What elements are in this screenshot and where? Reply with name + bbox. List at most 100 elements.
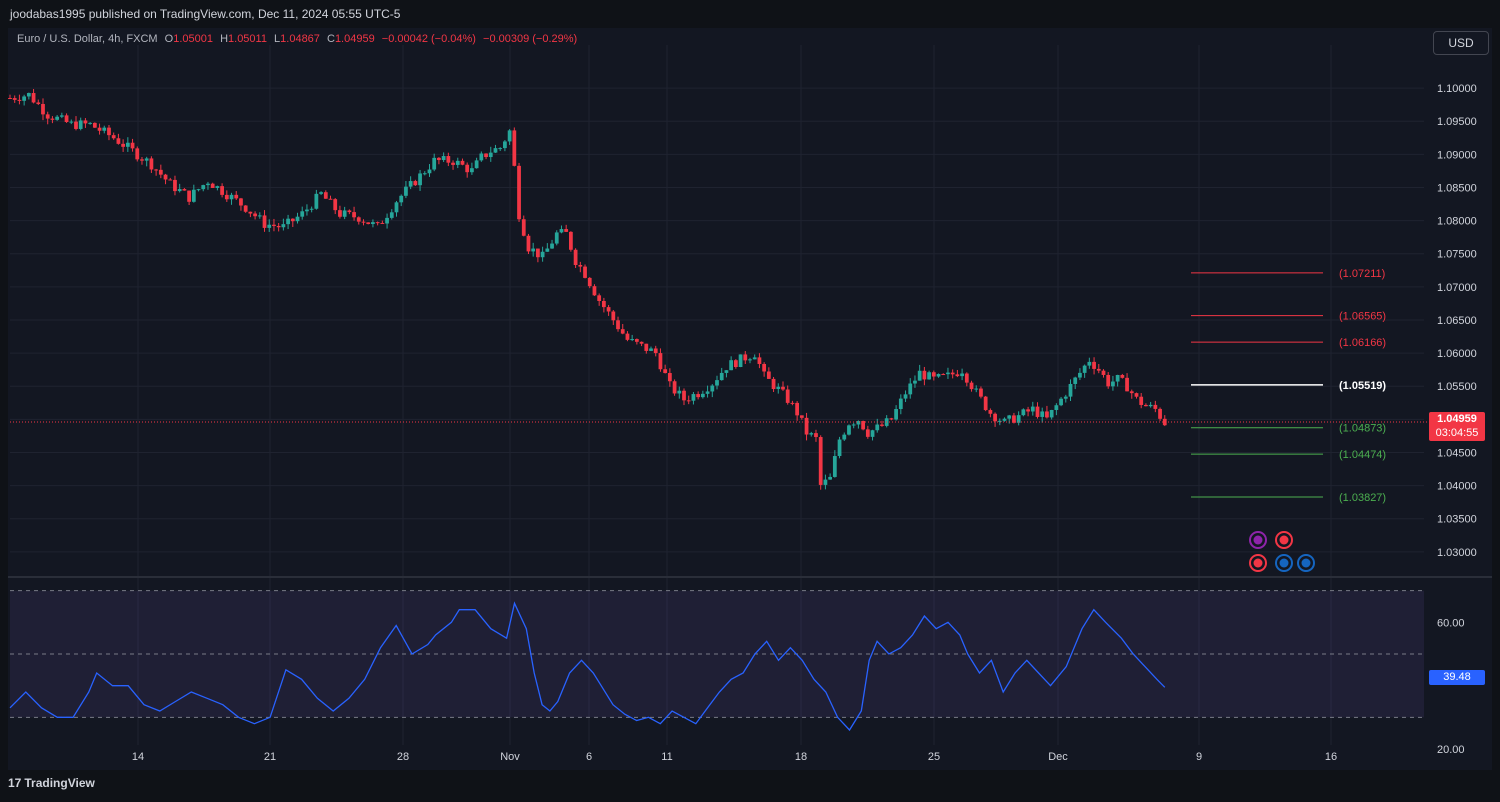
candle-body [74,121,78,129]
level-label-support: (1.04873) [1339,423,1386,435]
candle-body [700,393,705,398]
candle-body [997,420,1002,422]
candle-body [78,120,83,129]
candle-body [908,383,913,395]
candle-body [352,212,356,218]
candle-body [220,186,224,195]
candle-body [191,189,196,202]
candle-body [26,93,31,97]
candle-body [163,174,168,180]
candle-body [606,307,611,312]
candle-body [465,164,470,173]
candle-body [173,179,177,192]
candle-body [512,130,517,166]
candle-body [187,190,191,202]
candle-body [215,186,220,188]
candle-body [517,165,521,220]
candle-body [375,222,380,224]
candle-body [526,235,531,252]
candle-body [927,372,931,380]
currency-button[interactable]: USD [1433,31,1489,55]
candle-body [536,248,540,258]
candle-body [248,211,253,214]
candle-body [144,158,149,161]
candle-body [931,372,936,377]
price-tick-label: 1.05500 [1437,381,1477,393]
candle-body [484,153,488,158]
price-tick-label: 1.04500 [1437,447,1477,459]
candle-body [913,380,917,384]
level-label-pivot: (1.05519) [1339,380,1386,392]
candle-body [1106,374,1111,387]
candle-body [616,320,620,330]
candle-body [724,370,729,373]
symbol-legend[interactable]: Euro / U.S. Dollar, 4h, FXCM O1.05001 H1… [17,33,577,45]
price-tick-label: 1.10000 [1437,83,1477,95]
footer-brand[interactable]: 17 TradingView [8,776,95,790]
candle-body [1045,411,1049,418]
candle-body [130,142,135,149]
candle-body [361,221,366,223]
candle-body [253,213,257,217]
candle-body [620,329,625,334]
candle-body [290,218,295,222]
candle-body [569,231,573,250]
chart-canvas[interactable]: 1.10000 1.09500 1.09000 1.08500 1.08000 1.075… [0,0,1500,802]
candle-body [121,143,126,147]
candle-body [823,479,828,485]
candle-body [1035,406,1040,417]
candle-body [804,417,809,435]
candle-body [418,173,422,186]
rsi-last-value: 39.48 [1443,671,1471,683]
candle-body [818,437,823,485]
candle-body [168,179,173,181]
price-tick-label: 1.03000 [1437,547,1477,559]
level-label-resistance: (1.06565) [1339,311,1386,323]
candle-body [1144,404,1148,407]
candle-body [446,156,451,163]
candle-body [960,373,964,377]
candle-body [941,374,946,376]
candle-body [1059,398,1063,406]
candle-body [479,153,484,161]
symbol-name: Euro / U.S. Dollar, 4h, FXCM [17,33,158,45]
price-tick-label: 1.08500 [1437,182,1477,194]
candle-body [776,386,781,390]
candle-body [946,372,950,375]
candle-body [408,181,413,187]
last-price-value: 1.04959 [1437,413,1477,425]
candle-body [894,409,898,420]
high-label: H [220,33,229,45]
candle-body [380,222,385,224]
candle-body [1134,393,1139,397]
candle-body [267,224,272,228]
candle-body [507,130,512,142]
candle-body [851,424,856,426]
candle-body [601,300,606,308]
candle-body [1115,374,1120,382]
candle-body [1129,391,1134,394]
candle-body [979,388,983,397]
candle-body [422,173,427,175]
candle-body [347,210,352,213]
candle-body [578,265,583,267]
candle-body [1063,396,1068,399]
candle-body [837,439,842,457]
candle-body [672,381,677,394]
candle-body [1111,381,1115,387]
price-tick-label: 1.06500 [1437,315,1477,327]
level-label-support: (1.04474) [1339,449,1386,461]
candle-body [682,390,686,401]
x-tick-label: 9 [1196,751,1202,763]
candle-body [545,248,550,252]
candle-body [889,418,894,420]
candle-body [625,333,630,340]
candle-body [630,339,635,341]
candle-body [243,205,248,212]
candle-body [799,415,804,418]
candle-body [573,249,578,266]
candle-body [842,434,847,440]
candle-body [8,98,12,99]
candle-body [1101,370,1106,375]
candle-body [371,222,375,225]
